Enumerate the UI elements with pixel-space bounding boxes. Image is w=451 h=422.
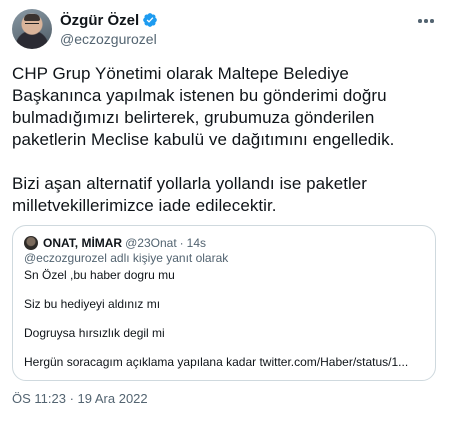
quoted-line: Hergün soracagım açıklama yapılana kadar… [24,355,409,369]
quoted-tweet-header: ONAT, MİMAR @23Onat · 14s [24,234,206,252]
quoted-reply-context: @eczozgurozel adlı kişiye yanıt olarak [24,251,229,265]
quoted-line: Dogruysa hırsızlık degil mi [24,326,165,340]
quoted-author-avatar[interactable] [24,236,38,250]
quoted-tweet[interactable]: ONAT, MİMAR @23Onat · 14s @eczozgurozel … [12,225,436,381]
tweet-line: milletvekillerimizce iade edilecektir. [12,196,277,215]
more-options-icon[interactable] [414,11,438,31]
tweet-line: CHP Grup Yönetimi olarak Maltepe Belediy… [12,64,349,83]
author-display-name[interactable]: Özgür Özel [60,12,139,29]
more-dot [424,19,428,23]
more-dot [430,19,434,23]
quoted-separator: · [179,236,184,250]
tweet-line: Başkanınca yapılmak istenen bu gönderimi… [12,86,387,105]
quoted-author-handle[interactable]: @23Onat [125,236,177,250]
author-name-row: Özgür Özel [60,10,158,30]
avatar-glasses-shape [25,23,39,26]
tweet-line: bulmadığımızı belirterek, grubumuza gönd… [12,108,375,127]
author-handle[interactable]: @eczozgurozel [60,31,157,47]
verified-badge-icon [143,13,158,27]
tweet-text: CHP Grup Yönetimi olarak Maltepe Belediy… [12,63,442,217]
tweet-line: Bizi aşan alternatif yollarla yollandı i… [12,174,368,193]
author-avatar[interactable] [12,9,52,49]
quoted-line: Siz bu hediyeyi aldınız mı [24,297,161,311]
quoted-line: Sn Özel ,bu haber dogru mu [24,268,175,282]
tweet-line: paketlerin Meclise kabulü ve dağıtımını … [12,130,395,149]
tweet-card: Özgür Özel @eczozgurozel CHP Grup Yöneti… [0,0,451,422]
avatar-hair-shape [24,14,40,21]
quoted-author-name[interactable]: ONAT, MİMAR [43,236,122,250]
tweet-timestamp[interactable]: ÖS 11:23 · 19 Ara 2022 [12,391,148,406]
more-dot [418,19,422,23]
quoted-time[interactable]: 14s [187,236,206,250]
